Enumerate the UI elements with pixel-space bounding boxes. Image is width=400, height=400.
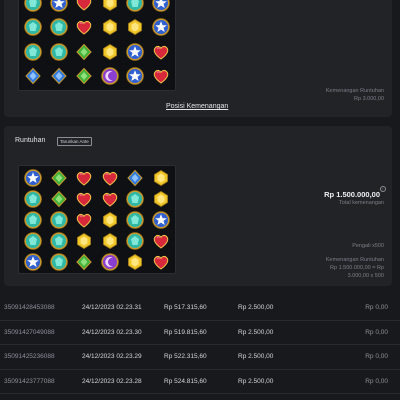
round-result: Rp 0,00 bbox=[365, 377, 388, 385]
teal-gem-icon bbox=[47, 252, 72, 272]
ante-badge: Tarunkan Ante bbox=[57, 137, 92, 146]
round-result: Rp 0,00 bbox=[365, 328, 388, 336]
round-bet: Rp 2.500,00 bbox=[238, 304, 274, 311]
red-heart-icon bbox=[149, 40, 174, 63]
round-bet: Rp 2.500,00 bbox=[238, 377, 274, 385]
teal-gem-icon bbox=[21, 0, 46, 15]
round-balance: Rp 524.815,60 bbox=[164, 377, 207, 385]
symbol-grid-cascade bbox=[18, 165, 176, 274]
yellow-gem-icon bbox=[123, 16, 148, 39]
red-heart-icon bbox=[72, 168, 97, 188]
red-heart-icon bbox=[72, 210, 97, 230]
green-gem-icon bbox=[72, 40, 97, 63]
round-result: Rp 0,00 bbox=[365, 353, 388, 360]
info-icon[interactable]: i bbox=[380, 186, 386, 192]
blue-star-icon bbox=[149, 16, 174, 39]
teal-gem-icon bbox=[47, 16, 72, 39]
blue-gem-icon bbox=[21, 65, 46, 88]
round-balance: Rp 517.315,60 bbox=[164, 304, 207, 311]
green-gem-icon bbox=[47, 189, 72, 209]
round-id: 35091423777088 bbox=[4, 377, 55, 385]
blue-star-icon bbox=[123, 40, 148, 63]
blue-star-icon bbox=[21, 252, 46, 272]
round-id: 35091427049088 bbox=[4, 328, 55, 336]
round-balance: Rp 522.315,60 bbox=[164, 353, 207, 360]
blue-star-icon bbox=[47, 0, 72, 15]
blue-star-icon bbox=[21, 168, 46, 188]
blue-star-icon bbox=[149, 210, 174, 230]
blue-star-icon bbox=[149, 0, 174, 15]
red-heart-icon bbox=[72, 16, 97, 39]
red-heart-icon bbox=[72, 0, 97, 15]
round-id: 35091428453088 bbox=[4, 304, 55, 311]
green-gem-icon bbox=[72, 65, 97, 88]
cascade-card: Runtuhan Tarunkan Ante Rp 1.500.000,00 i… bbox=[4, 126, 392, 286]
cascade-win-label: Kemenangan Runtuhan bbox=[325, 257, 384, 263]
total-win-label: Total kemenangan bbox=[339, 200, 384, 206]
teal-gem-icon bbox=[123, 189, 148, 209]
yellow-gem-icon bbox=[98, 16, 123, 39]
round-date: 24/12/2023 02.23.29 bbox=[82, 353, 142, 360]
teal-gem-icon bbox=[47, 231, 72, 251]
blue-star-icon bbox=[123, 65, 148, 88]
red-heart-icon bbox=[149, 65, 174, 88]
teal-gem-icon bbox=[21, 189, 46, 209]
red-heart-icon bbox=[149, 231, 174, 251]
yellow-gem-icon bbox=[98, 40, 123, 63]
red-heart-icon bbox=[98, 168, 123, 188]
yellow-gem-icon bbox=[72, 231, 97, 251]
teal-gem-icon bbox=[21, 210, 46, 230]
symbol-grid-top bbox=[18, 0, 176, 91]
total-win-amount: Rp 1.500.000,00 bbox=[324, 190, 380, 199]
round-bet: Rp 2.500,00 bbox=[238, 353, 274, 360]
green-gem-icon bbox=[47, 168, 72, 188]
teal-gem-icon bbox=[123, 0, 148, 15]
cascade-win-label: Kemenangan Runtuhan bbox=[325, 88, 384, 94]
table-row[interactable]: 35091428453088 24/12/2023 02.23.31 Rp 51… bbox=[0, 296, 400, 321]
multiplier-label: Pengali x500 bbox=[352, 243, 384, 249]
green-gem-icon bbox=[72, 252, 97, 272]
cascade-title: Runtuhan bbox=[15, 137, 46, 144]
round-date: 24/12/2023 02.23.28 bbox=[82, 377, 142, 385]
win-formula-line2: 3.000,00 x 500 bbox=[347, 273, 384, 279]
table-row[interactable]: 35091425236088 24/12/2023 02.23.29 Rp 52… bbox=[0, 345, 400, 370]
yellow-gem-icon bbox=[149, 189, 174, 209]
purple-orb-icon bbox=[98, 252, 123, 272]
red-heart-icon bbox=[72, 189, 97, 209]
round-id: 35091425236088 bbox=[4, 353, 55, 360]
yellow-gem-icon bbox=[98, 210, 123, 230]
table-row[interactable]: 35091427049088 24/12/2023 02.23.30 Rp 51… bbox=[0, 321, 400, 345]
previous-round-card: Kemenangan Runtuhan Rp 3.000,00 Posisi K… bbox=[4, 0, 392, 117]
blue-gem-icon bbox=[47, 65, 72, 88]
yellow-gem-icon bbox=[149, 168, 174, 188]
win-position-link[interactable]: Posisi Kemenangan bbox=[166, 103, 228, 110]
red-heart-icon bbox=[149, 252, 174, 272]
history-table: 35091428453088 24/12/2023 02.23.31 Rp 51… bbox=[0, 296, 400, 394]
teal-gem-icon bbox=[123, 210, 148, 230]
teal-gem-icon bbox=[21, 40, 46, 63]
teal-gem-icon bbox=[123, 231, 148, 251]
purple-orb-icon bbox=[98, 65, 123, 88]
round-date: 24/12/2023 02.23.31 bbox=[82, 304, 142, 311]
teal-gem-icon bbox=[21, 16, 46, 39]
yellow-gem-icon bbox=[98, 231, 123, 251]
blue-gem-icon bbox=[123, 168, 148, 188]
yellow-gem-icon bbox=[123, 252, 148, 272]
win-formula-line1: Rp 1.500.000,00 = Rp bbox=[330, 265, 384, 271]
yellow-gem-icon bbox=[98, 0, 123, 15]
round-result: Rp 0,00 bbox=[365, 304, 388, 311]
red-heart-icon bbox=[98, 189, 123, 209]
table-row[interactable]: 35091423777088 24/12/2023 02.23.28 Rp 52… bbox=[0, 370, 400, 394]
round-bet: Rp 2.500,00 bbox=[238, 328, 274, 336]
round-date: 24/12/2023 02.23.30 bbox=[82, 328, 142, 336]
teal-gem-icon bbox=[21, 231, 46, 251]
round-balance: Rp 519.815,60 bbox=[164, 328, 207, 336]
history-page: Kemenangan Runtuhan Rp 3.000,00 Posisi K… bbox=[0, 0, 400, 400]
cascade-win-value: Rp 3.000,00 bbox=[354, 96, 384, 102]
teal-gem-icon bbox=[47, 40, 72, 63]
teal-gem-icon bbox=[47, 210, 72, 230]
